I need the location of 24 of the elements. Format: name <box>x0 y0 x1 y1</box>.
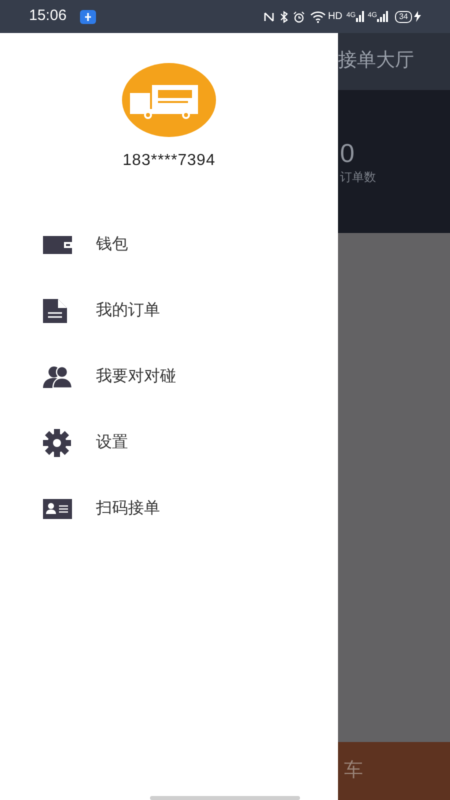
document-icon <box>43 299 67 323</box>
menu-item[interactable]: 设置 <box>0 410 338 476</box>
app-notification-icon <box>80 10 96 24</box>
signal-icon <box>356 11 364 22</box>
id-card-icon <box>43 499 72 519</box>
wallet-icon <box>43 236 72 254</box>
menu-item[interactable]: 扫码接单 <box>0 476 338 542</box>
wifi-icon <box>310 10 326 22</box>
hd-label: HD <box>328 10 342 24</box>
alarm-clock-icon <box>292 10 305 22</box>
charging-icon <box>414 11 421 22</box>
battery-level: 34 <box>395 10 412 22</box>
order-count: 0 <box>340 138 356 168</box>
people-icon <box>43 366 72 388</box>
bluetooth-icon <box>278 10 289 22</box>
order-count-label: 订单数 <box>340 169 377 186</box>
phone-number: 183****7394 <box>122 151 216 171</box>
signal-icon <box>377 11 390 22</box>
clock-time: 15:06 <box>29 6 67 26</box>
menu-item[interactable]: 钱包 <box>0 212 338 278</box>
menu-item[interactable]: 我的订单 <box>0 278 338 344</box>
menu-item[interactable]: 我要对对碰 <box>0 344 338 410</box>
nfc-icon <box>262 10 275 22</box>
page-title: 接单大厅 <box>338 49 414 74</box>
